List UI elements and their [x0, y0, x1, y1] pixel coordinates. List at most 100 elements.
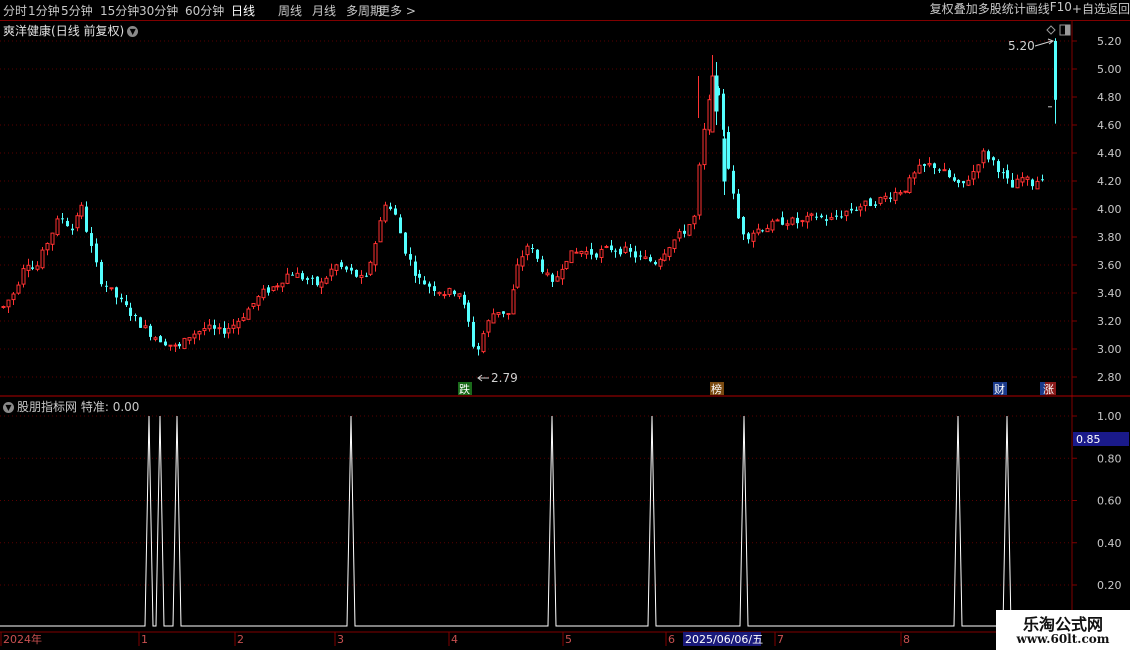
time-axis-label: 6: [668, 633, 675, 646]
svg-text:跌: 跌: [459, 382, 470, 396]
candle-body: [737, 193, 740, 219]
candle-body: [340, 262, 343, 267]
candle-body: [236, 320, 241, 329]
price-chart[interactable]: 5.20 5.00 4.80 4.60 4.40 4.20 4.00 3.80 3.60 3.40…: [0, 0, 1130, 650]
candle-body: [368, 261, 373, 275]
candle-body: [11, 293, 16, 301]
candle-body: [775, 219, 780, 222]
candle-body: [869, 198, 872, 207]
candle-body: [614, 250, 617, 252]
candle-body: [520, 256, 525, 267]
candle-body: [623, 246, 628, 253]
candle-body: [75, 215, 80, 229]
candle-body: [962, 181, 965, 184]
price-tick-label: 4.80: [1097, 91, 1122, 104]
candle-body: [202, 328, 207, 332]
candle-body: [120, 297, 123, 300]
candle-body: [423, 280, 426, 285]
price-tick-label: 5.20: [1097, 35, 1122, 48]
time-axis-label: 3: [337, 633, 344, 646]
candle-body: [751, 232, 756, 242]
candle-body: [840, 216, 843, 218]
chevron-down-icon[interactable]: ▼: [3, 402, 14, 413]
candle-body: [324, 277, 329, 284]
indicator-name: 股朋指标网: [17, 400, 78, 414]
candle-body: [953, 177, 956, 181]
watermark: 乐淘公式网 www.60lt.com: [996, 610, 1130, 650]
candle-body: [71, 228, 74, 231]
price-tick-label: 4.20: [1097, 175, 1122, 188]
candle-body: [394, 208, 397, 215]
candle-body: [893, 191, 898, 201]
event-marker-finance[interactable]: 财: [993, 382, 1007, 396]
candle-body: [981, 150, 986, 164]
event-marker-rank[interactable]: 榜: [710, 382, 724, 396]
candle-body: [619, 248, 622, 255]
candle-body: [874, 204, 877, 206]
candle-body: [159, 336, 162, 343]
event-marker-fall[interactable]: 跌: [458, 382, 472, 396]
candle-body: [414, 261, 417, 276]
candle-body: [355, 269, 358, 277]
candle-body: [966, 179, 971, 186]
candle-body: [643, 256, 648, 259]
candle-body: [31, 267, 34, 269]
svg-text:财: 财: [994, 382, 1005, 396]
candle-body: [428, 283, 431, 287]
candle-body: [667, 247, 672, 257]
indicator-tick-label: 0.60: [1097, 495, 1122, 508]
candle-body: [280, 282, 285, 288]
candle-body: [125, 301, 128, 306]
candle-body: [373, 243, 378, 266]
candle-body: [226, 327, 231, 334]
candle-body: [809, 213, 814, 216]
candle-body: [815, 216, 818, 218]
candle-body: [942, 169, 947, 172]
candle-body: [481, 333, 486, 353]
watermark-url: www.60lt.com: [1016, 632, 1110, 646]
candle-body: [903, 190, 908, 193]
candle-body: [316, 276, 319, 286]
candle-body: [295, 272, 300, 278]
indicator-line: [0, 415, 1072, 627]
candle-body: [672, 239, 677, 250]
candle-body: [883, 195, 888, 200]
candle-body: [634, 251, 637, 258]
candle-body: [1054, 41, 1057, 100]
price-tick-label: 3.80: [1097, 231, 1122, 244]
candle-body: [506, 312, 511, 315]
candle-body: [178, 343, 181, 347]
candle-body: [55, 218, 60, 236]
candle-body: [256, 296, 261, 306]
candle-body: [153, 337, 158, 340]
candle-body: [590, 249, 593, 255]
candle-body: [649, 257, 652, 262]
candle-body: [502, 311, 505, 314]
candle-body: [747, 233, 750, 240]
candle-body: [933, 163, 936, 169]
candle-body: [957, 179, 960, 183]
candle-body: [835, 215, 838, 217]
candle-body: [536, 249, 539, 259]
candle-body: [912, 172, 917, 179]
candle-body: [702, 128, 707, 166]
candle-body: [139, 317, 142, 328]
candle-body: [275, 285, 280, 288]
time-axis-label: 1: [141, 633, 148, 646]
candle-body: [525, 245, 530, 256]
candle-body: [987, 151, 990, 160]
candle-body: [134, 315, 137, 317]
time-axis-label: 8: [903, 633, 910, 646]
candle-body: [491, 313, 496, 324]
candle-body: [251, 302, 256, 307]
event-marker-rise[interactable]: 涨: [1040, 382, 1056, 396]
candle-body: [551, 274, 554, 282]
indicator-tick-label: 0.40: [1097, 537, 1122, 550]
candle-body: [301, 273, 304, 280]
candle-body: [345, 266, 348, 270]
candle-body: [399, 217, 402, 234]
candle-body: [1, 305, 6, 308]
candle-body: [105, 285, 108, 287]
candle-body: [820, 215, 823, 218]
candle-body: [907, 177, 912, 193]
